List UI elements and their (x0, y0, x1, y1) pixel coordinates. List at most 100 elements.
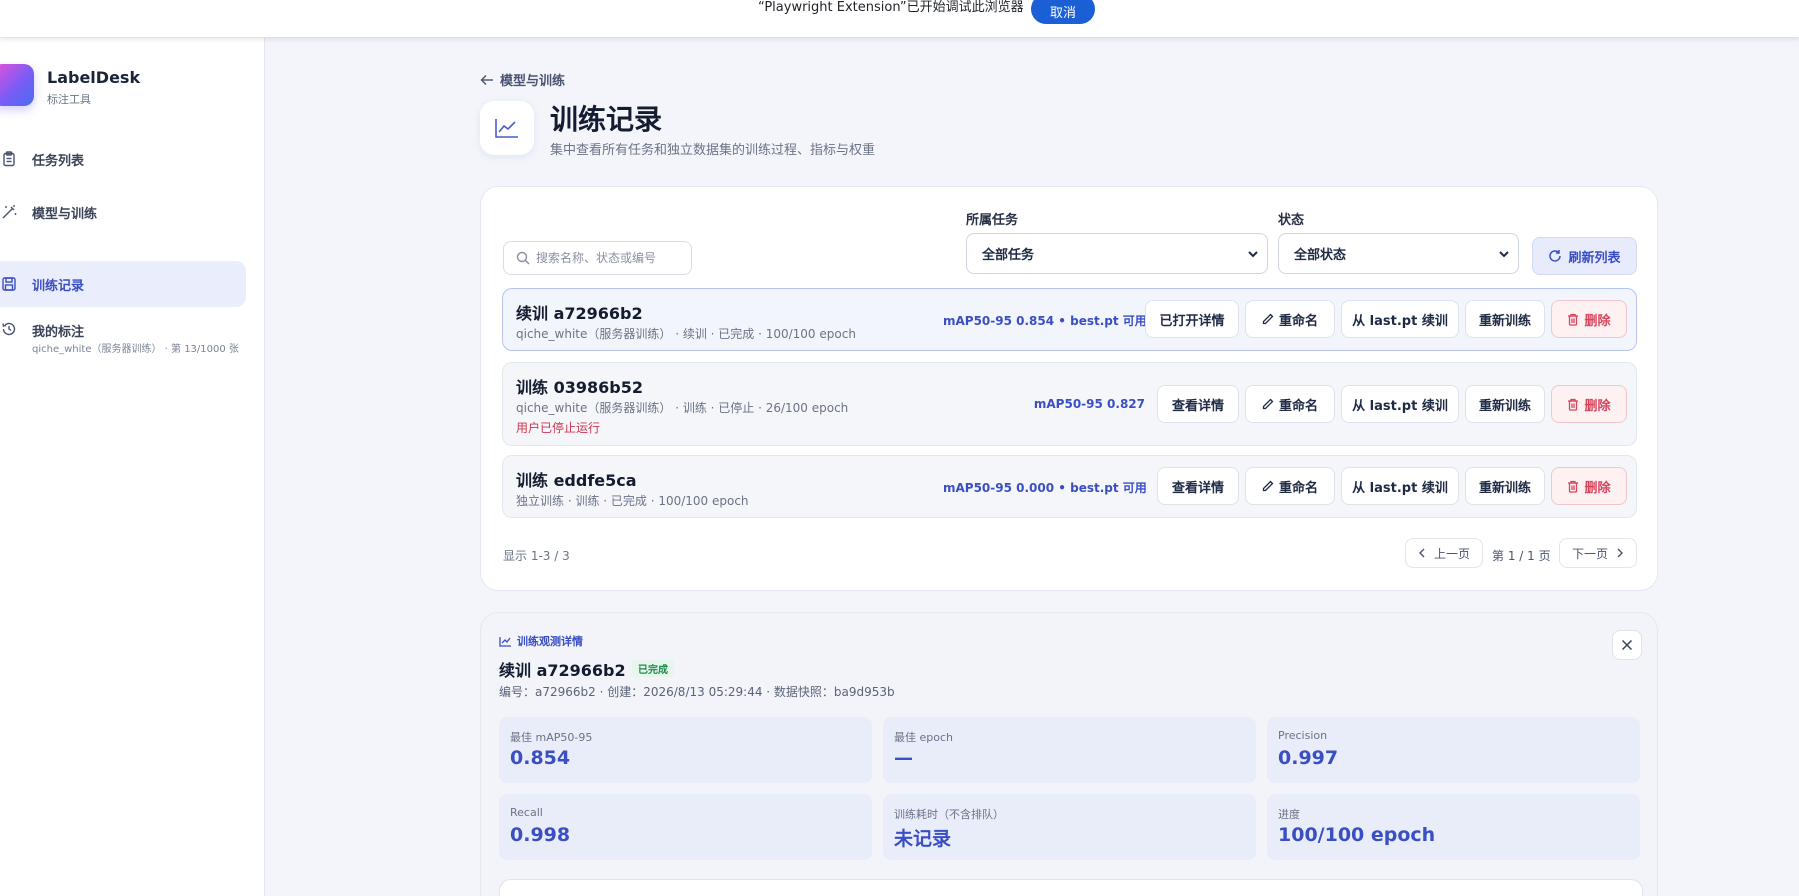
rename-label: 重命名 (1278, 398, 1318, 414)
resume-from-last-button[interactable]: 从 last.pt 续训 (1341, 385, 1459, 423)
stat-duration: 训练耗时（不含排队） 未记录 (883, 794, 1256, 860)
arrow-left-icon (480, 74, 493, 85)
view-detail-button[interactable]: 查看详情 (1157, 385, 1239, 423)
sidebar-item-my-labels[interactable]: 我的标注 qiche_white（服务器训练） · 第 13/1000 张 (0, 309, 246, 355)
page-indicator: 第 1 / 1 页 (1492, 549, 1551, 563)
retrain-button[interactable]: 重新训练 (1465, 385, 1545, 423)
status-filter-select[interactable]: 全部状态 (1278, 233, 1519, 274)
training-records-card: 所属任务 全部任务 状态 全部状态 刷新列表 续训 a72966b2 qiche… (480, 186, 1658, 591)
brand-name: LabelDesk (47, 68, 141, 87)
run-meta: 独立训练 · 训练 · 已完成 · 100/100 epoch (516, 494, 749, 508)
chart-line-icon (499, 636, 511, 647)
delete-button[interactable]: 删除 (1551, 300, 1627, 338)
stat-value: 0.998 (510, 824, 571, 846)
stat-value: 未记录 (894, 828, 952, 850)
rename-button[interactable]: 重命名 (1245, 385, 1335, 423)
stat-label: 最佳 epoch (894, 731, 953, 744)
detail-title: 续训 a72966b2 (499, 661, 626, 680)
task-filter-label: 所属任务 (966, 213, 1019, 228)
refresh-label: 刷新列表 (1568, 250, 1621, 266)
save-icon (0, 275, 18, 293)
brand-subtitle: 标注工具 (47, 93, 91, 106)
pencil-icon (1262, 480, 1274, 492)
rename-label: 重命名 (1278, 313, 1318, 329)
clipboard-icon (0, 150, 18, 168)
trash-icon (1568, 480, 1579, 493)
delete-label: 删除 (1584, 398, 1611, 414)
prev-page-button[interactable]: 上一页 (1405, 538, 1483, 568)
breadcrumb-back[interactable]: 模型与训练 (480, 70, 565, 89)
retrain-button[interactable]: 重新训练 (1465, 467, 1545, 505)
detail-meta: 编号：a72966b2 · 创建：2026/8/13 05:29:44 · 数据… (499, 685, 895, 699)
retrain-button[interactable]: 重新训练 (1465, 300, 1545, 338)
stat-label: 最佳 mAP50-95 (510, 731, 593, 744)
chart-line-icon (480, 101, 534, 155)
refresh-list-button[interactable]: 刷新列表 (1532, 237, 1637, 275)
close-detail-button[interactable] (1612, 630, 1642, 660)
stat-label: Recall (510, 806, 543, 819)
sidebar-item-training-records[interactable]: 训练记录 (0, 261, 246, 307)
pencil-icon (1262, 313, 1274, 325)
chevron-left-icon (1418, 548, 1425, 558)
sidebar-item-tasks[interactable]: 任务列表 (0, 136, 246, 182)
sidebar-item-label: 训练记录 (32, 278, 85, 294)
search-icon (516, 251, 530, 265)
history-icon (0, 320, 18, 338)
task-filter-select[interactable]: 全部任务 (966, 233, 1268, 274)
next-page-label: 下一页 (1571, 546, 1608, 561)
pencil-icon (1262, 398, 1274, 410)
close-icon (1621, 639, 1633, 651)
run-title: 训练 eddfe5ca (516, 471, 637, 490)
rename-button[interactable]: 重命名 (1245, 300, 1335, 338)
stat-value: 0.997 (1278, 747, 1339, 769)
chevron-down-icon (1248, 251, 1258, 258)
status-filter-label: 状态 (1278, 213, 1305, 228)
training-chart-container (499, 879, 1643, 896)
banner-text: “Playwright Extension”已开始调试此浏览器 (758, 0, 1024, 15)
training-run-row[interactable]: 续训 a72966b2 qiche_white（服务器训练） · 续训 · 已完… (502, 288, 1637, 351)
sidebar-item-label: 模型与训练 (32, 206, 98, 222)
training-run-row[interactable]: 训练 eddfe5ca 独立训练 · 训练 · 已完成 · 100/100 ep… (502, 455, 1637, 518)
resume-from-last-button[interactable]: 从 last.pt 续训 (1341, 300, 1459, 338)
debug-banner: “Playwright Extension”已开始调试此浏览器 取消 (0, 0, 1799, 38)
pagination-summary: 显示 1-3 / 3 (503, 549, 570, 563)
next-page-button[interactable]: 下一页 (1559, 538, 1637, 568)
stat-value: — (894, 747, 913, 769)
run-metric: mAP50-95 0.000 • best.pt 可用 (943, 481, 1147, 495)
sidebar-item-label: 任务列表 (32, 153, 85, 169)
run-metric: mAP50-95 0.827 (1033, 397, 1145, 411)
task-filter-value: 全部任务 (982, 248, 1035, 263)
training-detail-panel: 训练观测详情 续训 a72966b2 已完成 编号：a72966b2 · 创建：… (480, 612, 1658, 896)
detail-kicker: 训练观测详情 (499, 633, 583, 649)
rename-button[interactable]: 重命名 (1245, 467, 1335, 505)
training-run-row[interactable]: 训练 03986b52 qiche_white（服务器训练） · 训练 · 已停… (502, 362, 1637, 446)
page-subtitle: 集中查看所有任务和独立数据集的训练过程、指标与权重 (550, 143, 876, 158)
cancel-debug-button[interactable]: 取消 (1031, 0, 1095, 24)
prev-page-label: 上一页 (1433, 546, 1470, 561)
open-detail-button[interactable]: 已打开详情 (1145, 300, 1239, 338)
search-box[interactable] (503, 241, 692, 275)
run-metric: mAP50-95 0.854 • best.pt 可用 (943, 314, 1147, 328)
status-badge: 已完成 (632, 660, 674, 677)
rename-label: 重命名 (1278, 480, 1318, 496)
sidebar: LabelDesk 标注工具 任务列表 模型与训练 训练记录 我的标注 qich… (0, 38, 265, 896)
delete-button[interactable]: 删除 (1551, 385, 1627, 423)
run-title: 训练 03986b52 (516, 378, 643, 397)
magic-wand-icon (0, 203, 18, 221)
view-detail-button[interactable]: 查看详情 (1157, 467, 1239, 505)
run-meta: qiche_white（服务器训练） · 续训 · 已完成 · 100/100 … (516, 327, 856, 341)
run-warning: 用户已停止运行 (516, 421, 601, 435)
resume-from-last-button[interactable]: 从 last.pt 续训 (1341, 467, 1459, 505)
stat-label: Precision (1278, 729, 1328, 742)
stat-precision: Precision 0.997 (1267, 717, 1640, 783)
search-input[interactable] (536, 248, 686, 268)
breadcrumb-label: 模型与训练 (500, 74, 566, 89)
chevron-right-icon (1617, 548, 1623, 558)
delete-button[interactable]: 删除 (1551, 467, 1627, 505)
sidebar-item-sub: qiche_white（服务器训练） · 第 13/1000 张 (32, 344, 239, 355)
stat-progress: 进度 100/100 epoch (1267, 794, 1640, 860)
stat-label: 进度 (1278, 808, 1300, 821)
sidebar-item-models[interactable]: 模型与训练 (0, 189, 246, 235)
detail-kicker-label: 训练观测详情 (517, 635, 583, 648)
delete-label: 删除 (1584, 313, 1611, 329)
